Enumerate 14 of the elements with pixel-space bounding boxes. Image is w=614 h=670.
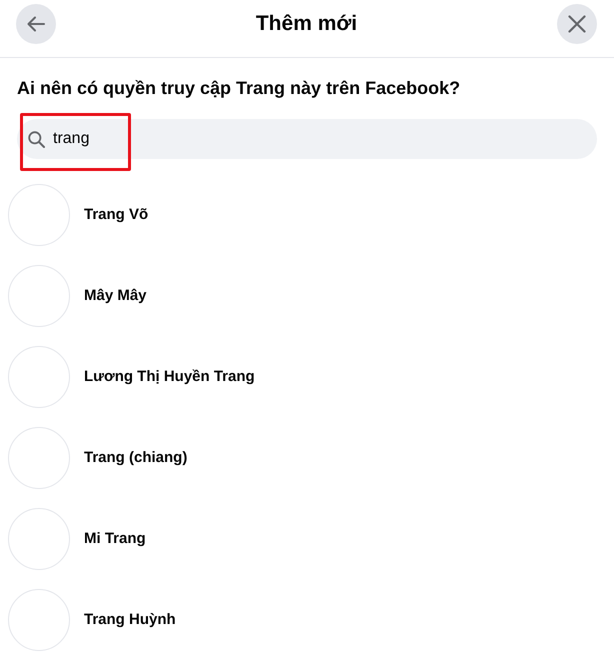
person-name[interactable]: Trang Huỳnh [84,610,176,630]
left-arrow-icon [27,16,45,32]
search-field[interactable]: trang [17,119,597,159]
close-icon [568,14,586,32]
back-button[interactable] [16,4,56,44]
search-icon [28,131,45,148]
close-button[interactable] [557,4,597,44]
person-name[interactable]: Mi Trang [84,528,146,548]
person-name[interactable]: Mây Mây [84,286,147,306]
dialog-title: Thêm mới [256,12,358,36]
person-name[interactable]: Trang (chiang) [84,448,188,468]
prompt-text: Ai nên có quyền truy cập Trang này trên Facebook? [17,77,460,99]
person-name[interactable]: Trang Võ [84,204,148,224]
person-name[interactable]: Lương Thị Huyền Trang [84,366,255,386]
